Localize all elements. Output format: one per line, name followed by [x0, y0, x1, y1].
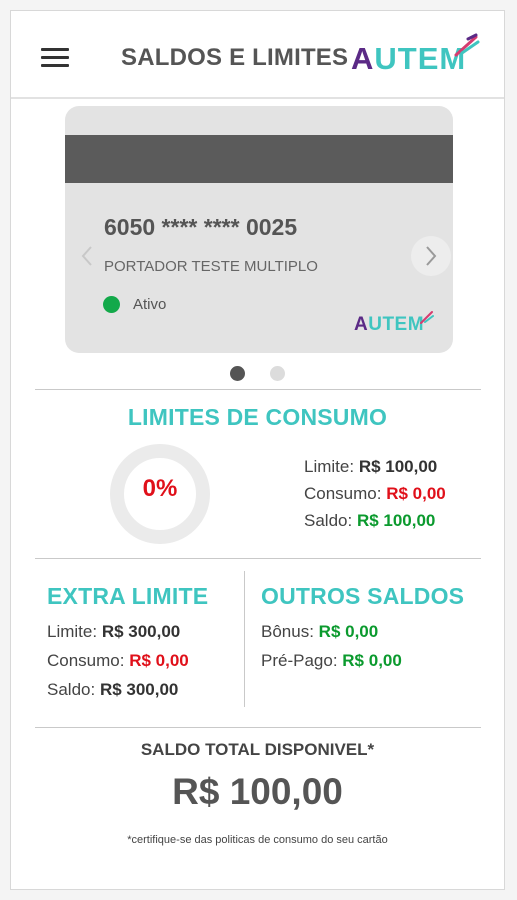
consumo-saldo-row: Saldo: R$ 100,00 — [304, 511, 436, 530]
menu-icon[interactable] — [41, 48, 69, 68]
vertical-divider — [244, 571, 245, 707]
total-balance-label: SALDO TOTAL DISPONIVEL* — [140, 740, 375, 759]
extra-limite-title: EXTRA LIMITE — [47, 583, 209, 609]
chevron-right-icon — [426, 246, 437, 266]
card-number: 6050 **** **** 0025 — [104, 214, 298, 240]
extra-saldo-row: Saldo: R$ 300,00 — [47, 680, 179, 699]
divider — [35, 558, 481, 559]
divider — [35, 727, 481, 728]
total-balance-value: R$ 100,00 — [172, 771, 343, 812]
carousel-dot-active[interactable] — [230, 366, 245, 381]
app-screen: SALDOS E LIMITES AUTEM 6050 **** **** 00… — [10, 10, 505, 890]
prepago-row: Pré-Pago: R$ 0,00 — [261, 651, 402, 670]
payment-card[interactable]: 6050 **** **** 0025 PORTADOR TESTE MULTI… — [65, 106, 453, 353]
card-status: Ativo — [133, 296, 167, 313]
consumo-section-title: LIMITES DE CONSUMO — [127, 404, 388, 430]
chevron-left-icon — [81, 246, 92, 266]
carousel-prev-button[interactable] — [67, 236, 107, 276]
consumo-consumo-row: Consumo: R$ 0,00 — [304, 484, 446, 503]
page-title: SALDOS E LIMITES — [121, 44, 349, 71]
top-bar: SALDOS E LIMITES AUTEM — [11, 11, 504, 99]
logo-swoosh-icon — [420, 311, 435, 324]
consumo-percent: 0% — [142, 475, 178, 502]
carousel-next-button[interactable] — [411, 236, 451, 276]
extra-limite-row: Limite: R$ 300,00 — [47, 622, 181, 641]
outros-saldos-title: OUTROS SALDOS — [261, 583, 465, 609]
carousel-indicators — [11, 366, 504, 382]
logo-swoosh-icon — [454, 33, 480, 57]
bonus-row: Bônus: R$ 0,00 — [261, 622, 379, 641]
carousel-dot[interactable] — [270, 366, 285, 381]
card-holder-name: PORTADOR TESTE MULTIPLO — [104, 258, 318, 275]
footnote: *certifique-se das politicas de consumo … — [127, 834, 388, 846]
status-dot-icon — [103, 296, 120, 313]
magnetic-stripe — [65, 135, 453, 183]
divider — [35, 389, 481, 390]
extra-consumo-row: Consumo: R$ 0,00 — [47, 651, 189, 670]
consumo-limite-row: Limite: R$ 100,00 — [304, 457, 438, 476]
card-brand-logo: AUTEM — [354, 311, 435, 336]
brand-logo: AUTEM — [351, 33, 480, 77]
